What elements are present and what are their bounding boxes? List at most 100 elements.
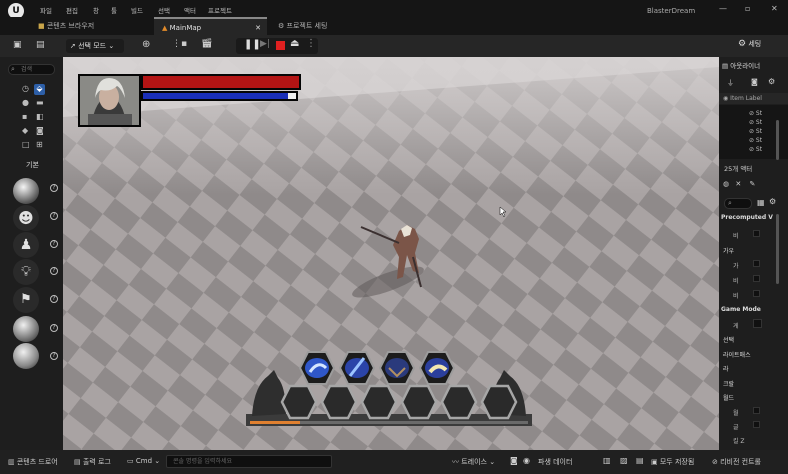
actor-cube[interactable] [13, 316, 39, 342]
visual-effects-icon[interactable]: ▪ [22, 112, 27, 121]
maximize-icon[interactable]: ▫ [745, 4, 750, 13]
checkbox[interactable] [753, 290, 760, 297]
save-icon[interactable]: ▣ [13, 40, 22, 50]
cinematics-icon[interactable]: 🎬︎ [201, 39, 212, 49]
camera-icon[interactable]: ◙ [751, 78, 758, 86]
details-section[interactable]: 가우 [723, 246, 734, 255]
more-options-icon[interactable]: ⋮ [306, 38, 316, 49]
lights-icon[interactable]: ● [22, 98, 29, 107]
help-icon[interactable]: ? [50, 324, 58, 332]
level-viewport[interactable] [63, 57, 719, 450]
content-drawer-button[interactable]: ▥ 콘텐츠 드로어 [8, 457, 58, 467]
record-icon[interactable]: ◉ [523, 456, 530, 465]
grid-view-icon[interactable]: ▦ [757, 198, 765, 207]
actor-empty-actor[interactable] [13, 178, 39, 204]
box-icon[interactable]: □ [22, 140, 30, 149]
details-section[interactable]: 선택 [723, 335, 734, 344]
tab-mainmap[interactable]: ▲ MainMap ✕ [154, 17, 267, 35]
details-scrollbar[interactable] [776, 214, 779, 284]
recent-icon[interactable]: ◷ [22, 84, 29, 93]
volumes-icon[interactable]: ◆ [22, 126, 28, 135]
menu-tools[interactable]: 툴 [111, 5, 117, 15]
actor-pawn[interactable]: ♟ [13, 232, 39, 258]
actor-player-start[interactable]: ⚑ [13, 287, 39, 313]
content-icon[interactable]: ▤ [36, 40, 45, 50]
stop-icon[interactable] [276, 41, 285, 50]
gear-icon[interactable]: ⚙ [768, 77, 775, 86]
actor-character[interactable]: ☻ [13, 205, 39, 231]
skip-icon[interactable]: ▶| [260, 39, 270, 49]
camera-icon[interactable]: ◙ [510, 456, 518, 465]
details-section[interactable]: 월드 [723, 393, 734, 402]
settings-button[interactable]: ⚙ 세팅 [738, 39, 761, 53]
details-section[interactable]: 크랄 [723, 379, 734, 388]
help-icon[interactable]: ? [50, 295, 58, 303]
outliner-tab[interactable]: ▤ 아웃라이너 [722, 60, 785, 72]
help-icon[interactable]: ? [50, 352, 58, 360]
tab-content-browser[interactable]: ■ 콘텐츠 브라우저 [30, 17, 150, 35]
network-icon[interactable]: ▤ [636, 456, 644, 465]
menu-project[interactable]: 프로젝트 [208, 5, 232, 15]
eject-icon[interactable]: ⏏ [290, 38, 299, 49]
details-section[interactable]: 라이트매스 [723, 350, 751, 359]
custom-icon[interactable]: ⊞ [36, 140, 43, 149]
list-item[interactable]: ⊘ St ⊘ St ⊘ St ⊘ St ⊘ St [749, 109, 762, 154]
help-icon[interactable]: ? [50, 184, 58, 192]
cmd-dropdown[interactable]: ▭ Cmd ⌄ [127, 457, 160, 465]
filter-icon[interactable]: ⏚ [727, 78, 734, 88]
game-mode-select[interactable] [753, 319, 762, 328]
details-section[interactable]: 라 [723, 364, 729, 373]
pause-icon[interactable]: ❚❚ [244, 39, 261, 50]
world-icon[interactable]: ◍ [723, 180, 729, 188]
select-mode-dropdown[interactable]: ➚ 선택 모드 ⌄ [66, 39, 124, 53]
all-classes-icon[interactable]: ◙ [36, 126, 44, 135]
gear-icon[interactable]: ⚙ [769, 197, 776, 206]
help-icon[interactable]: ? [50, 240, 58, 248]
basic-shapes-icon[interactable]: ⬙ [34, 84, 45, 95]
blueprint-icon[interactable]: ⋮▪ [172, 39, 187, 49]
minimize-icon[interactable]: — [719, 4, 727, 13]
tab-project-settings[interactable]: ⚙ 프로젝트 세팅 [270, 17, 360, 35]
bell-icon[interactable]: ▥ [603, 456, 611, 465]
checkbox[interactable] [753, 421, 760, 428]
output-log-label: 출력 로그 [82, 458, 111, 466]
details-section[interactable]: Precomputed V [721, 214, 773, 221]
health-bar-fill [143, 76, 299, 88]
search-input[interactable]: 검색 [8, 64, 55, 75]
search-icon: ⌕ [728, 199, 732, 207]
trace-button[interactable]: 〰 트레이스 ⌄ [452, 457, 495, 467]
outliner-scrollbar[interactable] [776, 120, 779, 160]
pencil-icon[interactable]: ✎ [749, 180, 755, 188]
cinematic-icon[interactable]: ▬ [36, 98, 44, 107]
menu-window[interactable]: 창 [93, 5, 99, 15]
details-row: 킬 Z [733, 438, 745, 445]
close-icon[interactable]: ✕ [735, 180, 741, 188]
menu-actor[interactable]: 액터 [184, 5, 196, 15]
category-title: 기본 [26, 161, 39, 169]
content-drawer-label: 콘텐츠 드로어 [16, 458, 58, 466]
menu-build[interactable]: 빌드 [131, 5, 143, 15]
derived-data-button[interactable]: 파생 데이터 [538, 457, 572, 467]
help-icon[interactable]: ? [50, 212, 58, 220]
checkbox[interactable] [753, 407, 760, 414]
details-search-input[interactable]: ⌕ [724, 198, 752, 209]
chart-icon[interactable]: ▨ [620, 456, 628, 465]
menu-edit[interactable]: 편집 [66, 5, 78, 15]
actor-point-light[interactable]: 💡︎ [13, 259, 39, 285]
save-all-button[interactable]: ▣ 모두 저장됨 [651, 457, 694, 467]
revision-control-button[interactable]: ⊘ 리비전 컨트롤 [712, 457, 761, 467]
help-icon[interactable]: ? [50, 267, 58, 275]
cmd-label: Cmd [135, 457, 153, 465]
details-section[interactable]: Game Mode [721, 306, 761, 313]
actor-sphere[interactable] [13, 343, 39, 369]
checkbox[interactable] [753, 230, 760, 237]
console-input[interactable]: 콘솔 명령을 입력하세요 [166, 455, 332, 468]
menu-select[interactable]: 선택 [158, 5, 170, 15]
checkbox[interactable] [753, 260, 760, 267]
output-log-button[interactable]: ▤ 출력 로그 [74, 457, 111, 467]
add-actor-icon[interactable]: ⊕ [142, 39, 150, 50]
menu-file[interactable]: 파일 [40, 5, 52, 15]
geometry-icon[interactable]: ◧ [36, 112, 44, 121]
checkbox[interactable] [753, 275, 760, 282]
close-icon[interactable]: ✕ [771, 4, 778, 13]
